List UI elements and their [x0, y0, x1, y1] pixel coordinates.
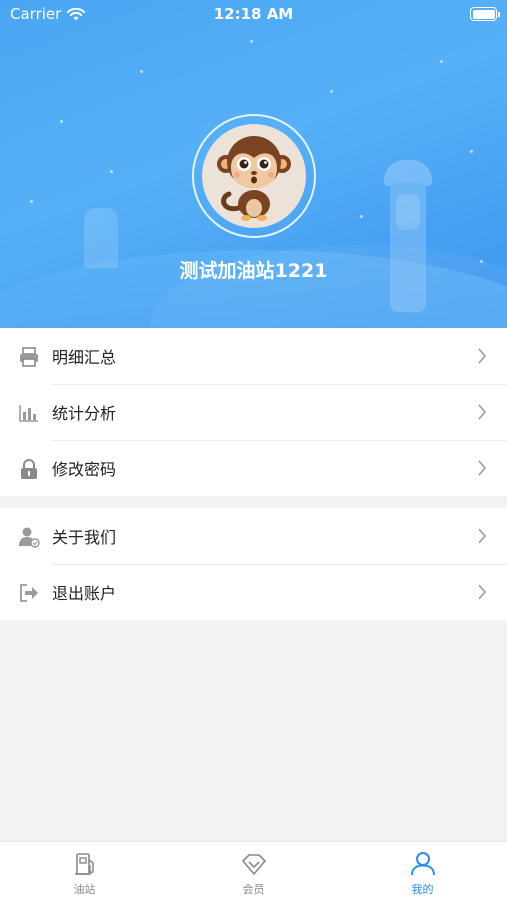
background-fuel-pump-decoration — [382, 160, 434, 312]
menu-item-label: 明细汇总 — [52, 348, 117, 367]
status-bar: Carrier 12:18 AM — [0, 0, 507, 28]
tab-station[interactable]: 油站 — [0, 842, 169, 900]
avatar[interactable] — [202, 124, 306, 228]
tab-label: 我的 — [411, 883, 434, 896]
menu-group-misc: 关于我们 退出账户 — [0, 508, 507, 620]
person-icon — [410, 852, 435, 876]
menu-item-logout[interactable]: 退出账户 — [0, 564, 507, 620]
station-name: 测试加油站1221 — [179, 260, 328, 282]
bottom-tab-bar: 油站 会员 我的 — [0, 841, 507, 900]
menu-item-label: 退出账户 — [52, 584, 117, 603]
chevron-right-icon — [478, 460, 487, 476]
printer-icon — [20, 347, 38, 367]
tab-label: 油站 — [73, 883, 96, 896]
user-info-icon — [19, 527, 40, 548]
monkey-avatar-icon — [217, 136, 291, 221]
bar-chart-icon — [19, 405, 38, 422]
menu-item-about-us[interactable]: 关于我们 — [0, 508, 507, 564]
battery-icon — [470, 7, 500, 21]
tab-label: 会员 — [242, 883, 265, 896]
tab-mine[interactable]: 我的 — [338, 842, 507, 900]
lock-icon — [21, 459, 37, 479]
chevron-right-icon — [478, 404, 487, 420]
menu-item-label: 修改密码 — [52, 460, 117, 479]
logout-icon — [20, 584, 38, 602]
tab-member[interactable]: 会员 — [169, 842, 338, 900]
chevron-right-icon — [478, 348, 487, 364]
profile-header: Carrier 12:18 AM 测试加油站1221 — [0, 0, 507, 328]
avatar-ring[interactable] — [192, 114, 316, 238]
menu-item-change-password[interactable]: 修改密码 — [0, 440, 507, 496]
menu-item-label: 统计分析 — [52, 404, 117, 423]
fuel-pump-icon — [74, 853, 94, 875]
menu-item-detail-summary[interactable]: 明细汇总 — [0, 328, 507, 384]
chevron-right-icon — [478, 584, 487, 600]
menu-item-statistics[interactable]: 统计分析 — [0, 384, 507, 440]
diamond-icon — [241, 854, 266, 875]
menu-item-label: 关于我们 — [52, 528, 117, 547]
chevron-right-icon — [478, 528, 487, 544]
menu-group-account: 明细汇总 统计分析 修改密码 — [0, 328, 507, 496]
clock: 12:18 AM — [213, 5, 294, 23]
